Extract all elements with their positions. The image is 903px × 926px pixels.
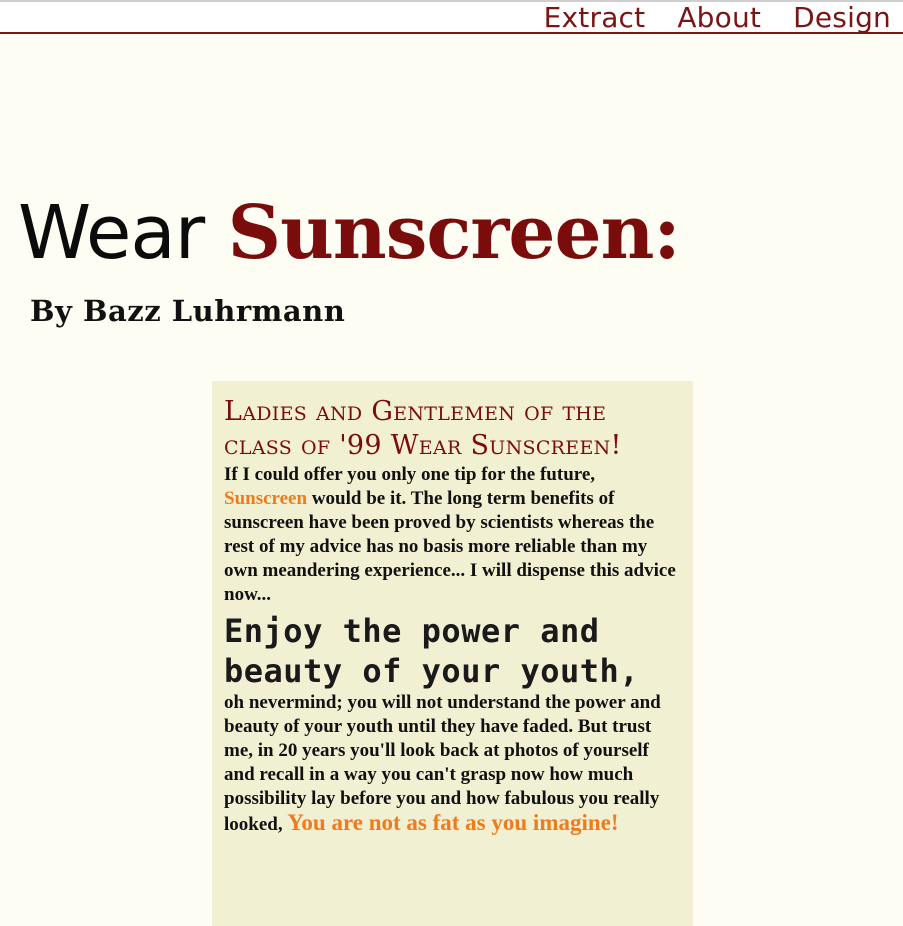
page-title-plain: Wear [18, 190, 205, 276]
nav-link-about[interactable]: About [677, 1, 761, 34]
nav-link-extract[interactable]: Extract [544, 1, 646, 34]
main-nav: Extract About Design [544, 0, 891, 34]
nav-link-design[interactable]: Design [793, 1, 891, 34]
page-title: Wear Sunscreen: [18, 196, 681, 270]
fat-highlight: You are not as fat as you imagine! [287, 810, 619, 835]
speech-card: Ladies and Gentlemen of the class of '99… [212, 381, 693, 926]
card-subheading: Enjoy the power and beauty of your youth… [224, 612, 640, 690]
youth-paragraph: oh nevermind; you will not understand th… [224, 691, 681, 837]
byline: By Bazz Luhrmann [30, 294, 346, 328]
top-nav-bar: Extract About Design [0, 0, 903, 34]
page-title-accent: Sunscreen: [227, 190, 681, 276]
sunscreen-highlight: Sunscreen [224, 488, 308, 509]
card-heading: Ladies and Gentlemen of the class of '99… [224, 396, 622, 461]
intro-text-start: If I could offer you only one tip for th… [224, 464, 596, 485]
intro-paragraph: If I could offer you only one tip for th… [224, 463, 681, 607]
